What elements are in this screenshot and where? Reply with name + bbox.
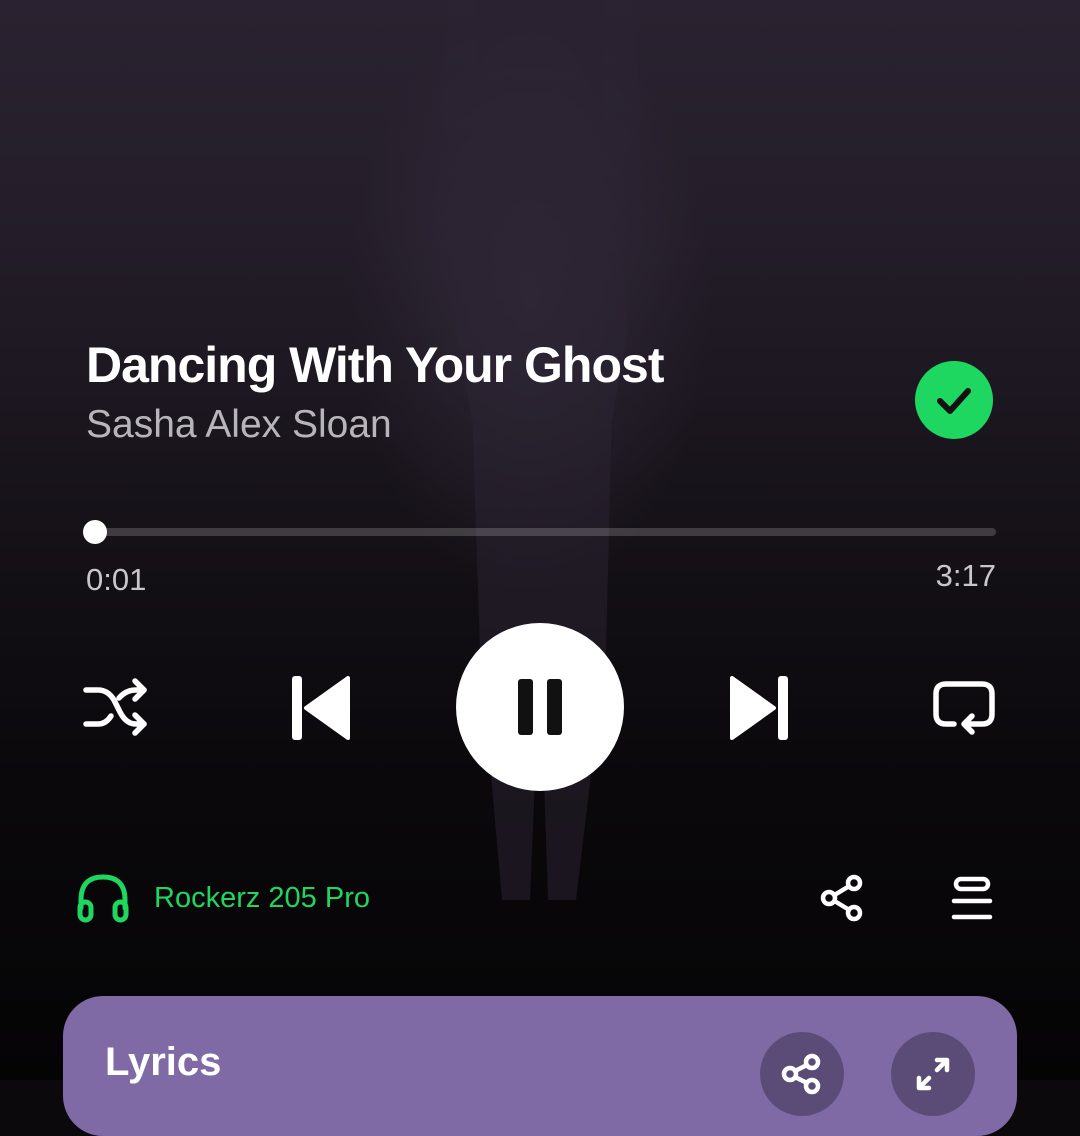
artist-name[interactable]: Sasha Alex Sloan [86, 403, 392, 447]
progress-track [90, 528, 996, 536]
lyrics-expand-button[interactable] [891, 1032, 975, 1116]
previous-button[interactable] [288, 674, 352, 742]
total-duration: 3:17 [935, 558, 996, 593]
skip-previous-icon [292, 676, 350, 740]
check-icon [937, 388, 971, 414]
pause-button[interactable] [456, 623, 624, 791]
pause-icon [518, 679, 562, 735]
skip-next-icon [730, 676, 788, 740]
headphones-icon [77, 874, 129, 923]
progress-thumb[interactable] [82, 520, 107, 544]
queue-icon [951, 876, 993, 920]
queue-button[interactable] [948, 876, 996, 922]
device-name: Rockerz 205 Pro [154, 881, 370, 914]
album-art-silhouette [440, 0, 642, 900]
expand-icon [916, 1057, 950, 1091]
track-title[interactable]: Dancing With Your Ghost [86, 336, 664, 394]
share-button[interactable] [818, 874, 866, 922]
connected-device[interactable]: Rockerz 205 Pro [76, 872, 370, 924]
next-button[interactable] [728, 674, 792, 742]
shuffle-icon [83, 678, 147, 736]
progress-bar[interactable] [82, 520, 996, 544]
lyrics-title: Lyrics [105, 1040, 222, 1084]
shuffle-button[interactable] [82, 676, 150, 740]
repeat-icon [933, 681, 995, 735]
share-icon [781, 1053, 821, 1095]
elapsed-time: 0:01 [86, 562, 147, 597]
repeat-button[interactable] [930, 676, 998, 740]
lyrics-card[interactable]: Lyrics [63, 996, 1017, 1136]
share-icon [820, 874, 863, 922]
liked-button[interactable] [915, 361, 993, 439]
lyrics-share-button[interactable] [760, 1032, 844, 1116]
